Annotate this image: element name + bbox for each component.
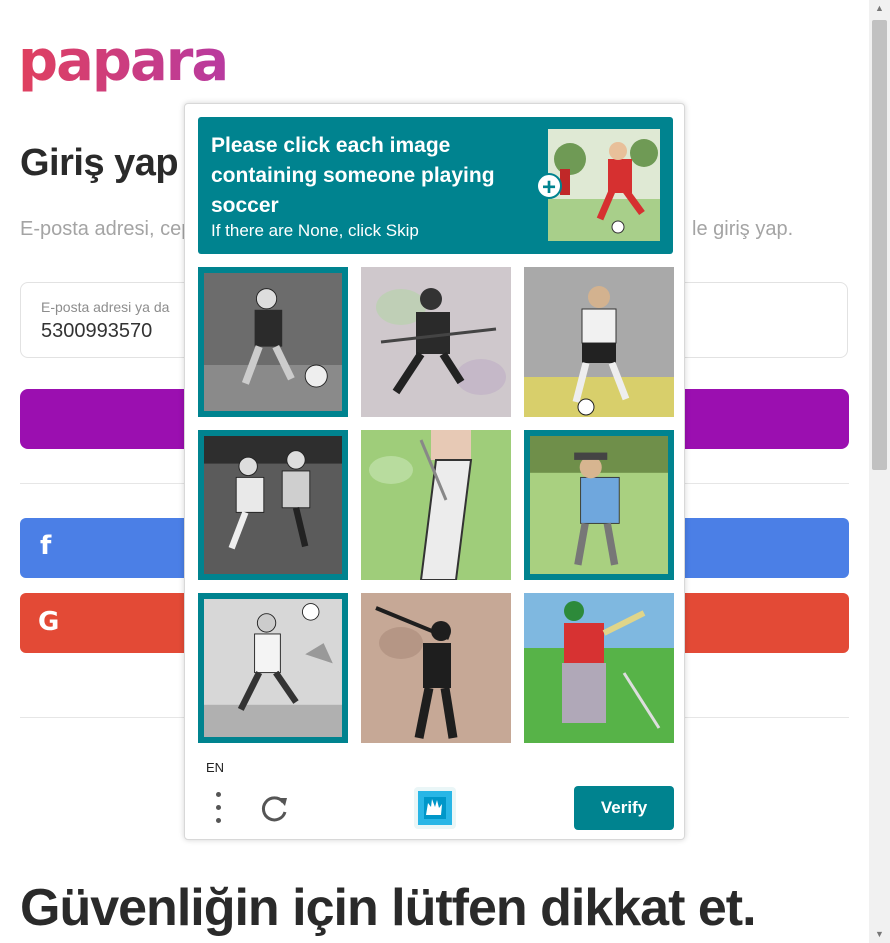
- scroll-up-icon[interactable]: ▲: [869, 0, 890, 17]
- subtitle-end: le giriş yap.: [692, 218, 794, 241]
- hcaptcha-logo-icon[interactable]: [414, 787, 456, 829]
- captcha-tile-soccer-player-running[interactable]: [198, 593, 348, 743]
- page-title: Giriş yap: [20, 142, 179, 184]
- captcha-tile-golfer-swing-silhouette[interactable]: [361, 593, 511, 743]
- menu-icon[interactable]: [213, 792, 223, 828]
- captcha-tile-hockey-player[interactable]: [361, 267, 511, 417]
- subtitle-start: E-posta adresi, cep: [20, 218, 193, 240]
- scrollbar[interactable]: ▲ ▼: [869, 0, 890, 943]
- scroll-thumb[interactable]: [872, 20, 887, 470]
- security-heading: Güvenliğin için lütfen dikkat et.: [20, 879, 757, 937]
- prompt-text: Please click each image containing someo…: [211, 134, 495, 217]
- prompt-instruction: If there are None, click Skip: [211, 221, 419, 240]
- language-selector[interactable]: EN: [206, 760, 224, 775]
- google-icon: G: [38, 607, 60, 637]
- captcha-tile-soccer-player-field[interactable]: [524, 267, 674, 417]
- email-field-label: E-posta adresi ya da: [41, 299, 170, 315]
- captcha-tile-golfer-legs[interactable]: [361, 430, 511, 580]
- captcha-tile-soccer-player-kicking[interactable]: [198, 267, 348, 417]
- verify-button[interactable]: Verify: [574, 786, 674, 830]
- captcha-tile-golfer-red-shirt[interactable]: [524, 593, 674, 743]
- captcha-tile-two-soccer-players[interactable]: [198, 430, 348, 580]
- refresh-icon[interactable]: [259, 792, 291, 824]
- facebook-icon: f: [40, 531, 52, 561]
- challenge-prompt: Please click each image containing someo…: [198, 117, 673, 254]
- captcha-tile-golfer-putting[interactable]: [524, 430, 674, 580]
- hcaptcha-dialog: Please click each image containing someo…: [184, 103, 685, 840]
- papara-logo: papara: [18, 29, 229, 94]
- email-field-value[interactable]: 5300993570: [41, 320, 152, 343]
- scroll-down-icon[interactable]: ▼: [869, 926, 890, 943]
- example-image[interactable]: [548, 129, 660, 241]
- plus-icon[interactable]: +: [536, 173, 562, 200]
